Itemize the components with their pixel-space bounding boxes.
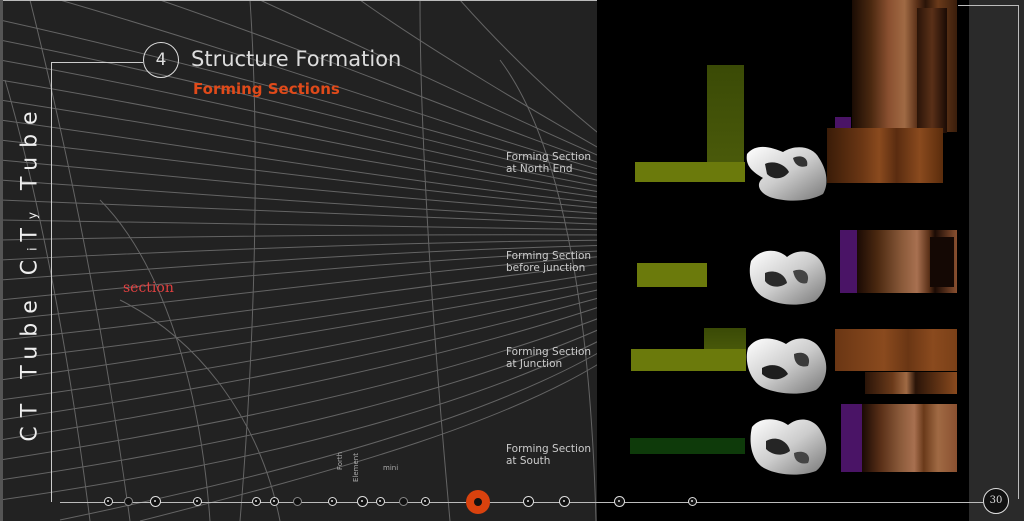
section-label-before-junction-line2: before junction: [506, 262, 586, 274]
right-margin-strip: [969, 0, 1024, 521]
timeline-node-4[interactable]: [193, 497, 202, 506]
timeline-tiny-label-3: mini: [383, 464, 399, 472]
timeline-node-12[interactable]: [421, 497, 430, 506]
olive-block-junction: [631, 349, 746, 371]
timeline-node-6[interactable]: [270, 497, 279, 506]
page-title: Structure Formation: [191, 47, 402, 71]
timeline-node-10[interactable]: [376, 497, 385, 506]
section-render-junction: [746, 338, 827, 394]
section-label-north-line1: Forming Section: [506, 151, 592, 163]
timeline-node-8[interactable]: [328, 497, 337, 506]
section-label-north-line2: at North End: [506, 163, 573, 175]
copper-block-3-top: [835, 329, 957, 371]
section-label-south: Forming Section at South: [506, 443, 616, 467]
olive-block-north-horizontal: [635, 162, 745, 182]
copper-tower-inner: [917, 8, 947, 133]
timeline-node-1[interactable]: [104, 497, 113, 506]
frame-left-edge: [0, 0, 3, 521]
timeline-node-11[interactable]: [399, 497, 408, 506]
frame-top-right-line: [958, 5, 1019, 6]
section-label-junction-line1: Forming Section: [506, 346, 592, 358]
purple-bar-4: [841, 404, 863, 472]
vertical-title-sub2: y: [25, 205, 40, 220]
section-label-before-junction: Forming Section before junction: [506, 250, 616, 274]
timeline-node-9[interactable]: [357, 496, 368, 507]
vertical-title-part3: T: [17, 219, 43, 242]
title-bracket-vertical: [51, 62, 52, 502]
section-label-south-line1: Forming Section: [506, 443, 592, 455]
copper-block-3-bottom: [865, 372, 957, 394]
timeline-node-2[interactable]: [124, 497, 133, 506]
frame-top-line: [0, 0, 636, 1]
section-render-before-junction: [749, 250, 826, 305]
slide-canvas: CT Tube CiTy Tube 4 Structure Formation …: [0, 0, 1024, 521]
vertical-title-part1: CT Tube: [17, 275, 43, 442]
section-annotation: section: [123, 280, 174, 296]
title-bracket-horizontal: [51, 62, 143, 63]
section-label-south-line2: at South: [506, 455, 551, 467]
section-label-before-junction-line1: Forming Section: [506, 250, 592, 262]
vertical-title-sub1: i: [25, 241, 40, 251]
copper-block-2-dark: [930, 237, 954, 287]
section-label-junction-line2: at Junction: [506, 358, 563, 370]
olive-block-north-vertical: [707, 65, 744, 165]
step-number-badge: 4: [143, 42, 179, 78]
copper-base-1: [827, 128, 943, 183]
timeline-node-current[interactable]: [466, 490, 490, 514]
olive-block-before-junction: [637, 263, 707, 287]
page-subtitle: Forming Sections: [193, 80, 340, 98]
vertical-title-part2: C: [17, 250, 43, 276]
frame-right-line: [1018, 5, 1019, 499]
timeline-node-16[interactable]: [614, 496, 625, 507]
copper-block-4: [862, 404, 957, 472]
timeline-node-3[interactable]: [150, 496, 161, 507]
vertical-title-part4: Tube: [17, 102, 43, 206]
section-render-south: [750, 419, 827, 475]
timeline-tiny-label-1: Forth: [336, 451, 344, 470]
page-number: 30: [983, 488, 1009, 514]
green-block-south: [630, 438, 745, 454]
timeline-node-17[interactable]: [688, 497, 697, 506]
purple-bar-2: [840, 230, 858, 293]
section-label-north: Forming Section at North End: [506, 151, 616, 175]
timeline-tiny-label-2: Element: [352, 453, 360, 482]
timeline-node-15[interactable]: [559, 496, 570, 507]
sections-panel: [597, 0, 969, 521]
section-label-junction: Forming Section at Junction: [506, 346, 616, 370]
section-render-north: [746, 146, 827, 201]
timeline-node-7[interactable]: [293, 497, 302, 506]
timeline-node-14[interactable]: [523, 496, 534, 507]
timeline-node-5[interactable]: [252, 497, 261, 506]
